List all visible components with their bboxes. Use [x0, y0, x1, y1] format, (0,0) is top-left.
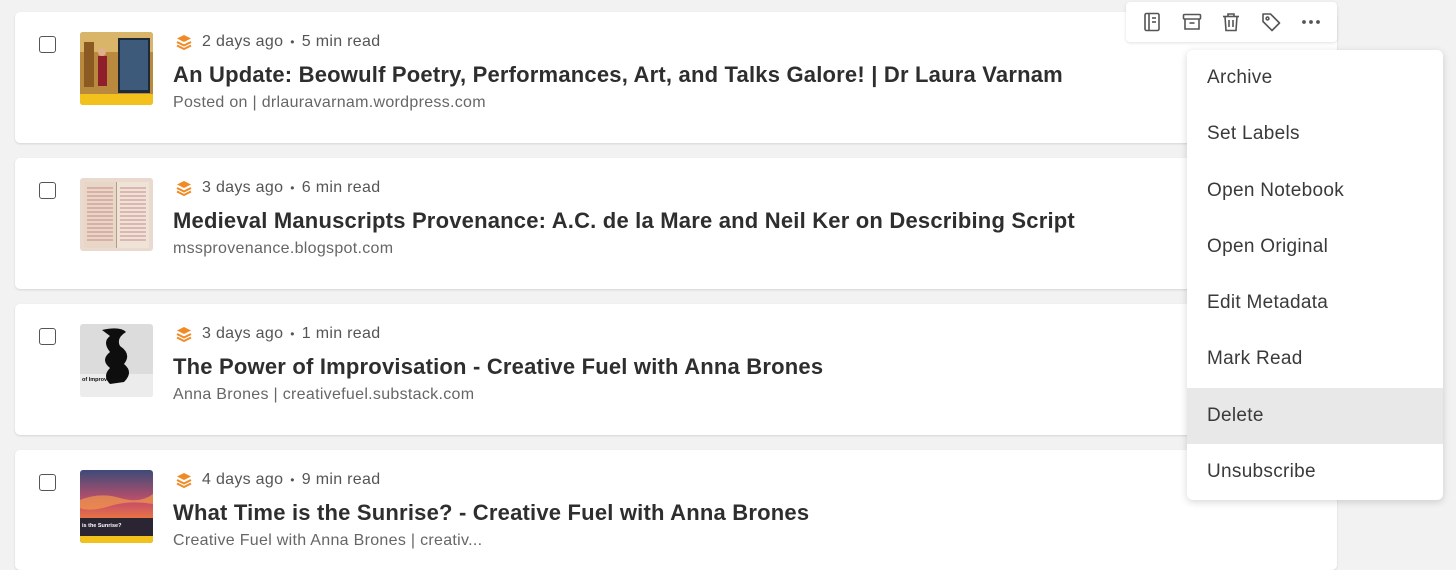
article-meta: 3 days ago • 6 min read	[175, 179, 380, 197]
menu-item-mark-read[interactable]: Mark Read	[1187, 331, 1443, 387]
menu-item-open-notebook[interactable]: Open Notebook	[1187, 163, 1443, 219]
article-source: Posted on | drlauravarnam.wordpress.com	[173, 94, 486, 111]
thumb-caption: is the Sunrise?	[82, 523, 122, 529]
article-thumbnail[interactable]	[80, 32, 153, 105]
article-thumbnail[interactable]: of Improvisation	[80, 324, 153, 397]
article-title[interactable]: Medieval Manuscripts Provenance: A.C. de…	[173, 208, 1075, 234]
menu-item-open-original[interactable]: Open Original	[1187, 219, 1443, 275]
trash-icon	[1223, 13, 1240, 32]
notebook-button[interactable]	[1139, 9, 1165, 35]
archive-icon	[1182, 13, 1201, 30]
menu-item-delete[interactable]: Delete	[1187, 387, 1443, 444]
select-checkbox[interactable]	[39, 36, 56, 53]
card-action-toolbar	[1126, 2, 1337, 42]
meta-separator: •	[290, 473, 295, 487]
menu-item-archive[interactable]: Archive	[1187, 50, 1443, 106]
menu-item-unsubscribe[interactable]: Unsubscribe	[1187, 444, 1443, 500]
thumb-caption: of Improvisation	[82, 377, 125, 383]
notebook-icon	[1144, 12, 1160, 32]
article-age: 2 days ago	[202, 33, 284, 50]
article-thumbnail[interactable]	[80, 178, 153, 251]
article-title[interactable]: The Power of Improvisation - Creative Fu…	[173, 354, 823, 380]
meta-separator: •	[290, 181, 295, 195]
article-card[interactable]: of Improvisation 3 days ago • 1 min read…	[15, 304, 1337, 435]
article-title[interactable]: An Update: Beowulf Poetry, Performances,…	[173, 62, 1063, 88]
article-read-time: 9 min read	[301, 471, 381, 488]
menu-item-edit-metadata[interactable]: Edit Metadata	[1187, 275, 1443, 331]
more-icon	[1302, 20, 1320, 24]
article-age: 4 days ago	[202, 471, 284, 488]
article-source: Anna Brones | creativefuel.substack.com	[173, 386, 475, 403]
stack-icon	[176, 327, 192, 342]
article-meta: 2 days ago • 5 min read	[175, 33, 380, 51]
archive-button[interactable]	[1179, 9, 1205, 35]
select-checkbox[interactable]	[39, 182, 56, 199]
article-meta: 3 days ago • 1 min read	[175, 325, 380, 343]
article-thumbnail[interactable]: is the Sunrise?	[80, 470, 153, 543]
delete-button[interactable]	[1218, 9, 1244, 35]
article-read-time: 5 min read	[301, 33, 381, 50]
article-card[interactable]: is the Sunrise? 4 days ago • 9 min read …	[15, 450, 1337, 570]
article-read-time: 6 min read	[301, 179, 381, 196]
stack-icon	[176, 181, 192, 196]
more-actions-menu: Archive Set Labels Open Notebook Open Or…	[1187, 50, 1443, 500]
menu-item-set-labels[interactable]: Set Labels	[1187, 106, 1443, 162]
article-age: 3 days ago	[202, 325, 284, 342]
tag-icon	[1262, 13, 1281, 32]
more-actions-button[interactable]	[1298, 9, 1324, 35]
stack-icon	[176, 35, 192, 50]
article-list: 2 days ago • 5 min read An Update: Beowu…	[15, 12, 1337, 570]
select-checkbox[interactable]	[39, 328, 56, 345]
article-age: 3 days ago	[202, 179, 284, 196]
meta-separator: •	[290, 327, 295, 341]
set-labels-button[interactable]	[1258, 9, 1284, 35]
article-card[interactable]: 3 days ago • 6 min read Medieval Manuscr…	[15, 158, 1337, 289]
stack-icon	[176, 473, 192, 488]
select-checkbox[interactable]	[39, 474, 56, 491]
article-source: Creative Fuel with Anna Brones | creativ…	[173, 532, 483, 549]
article-title[interactable]: What Time is the Sunrise? - Creative Fue…	[173, 500, 809, 526]
meta-separator: •	[290, 35, 295, 49]
article-source: mssprovenance.blogspot.com	[173, 240, 394, 257]
article-meta: 4 days ago • 9 min read	[175, 471, 380, 489]
article-read-time: 1 min read	[301, 325, 381, 342]
